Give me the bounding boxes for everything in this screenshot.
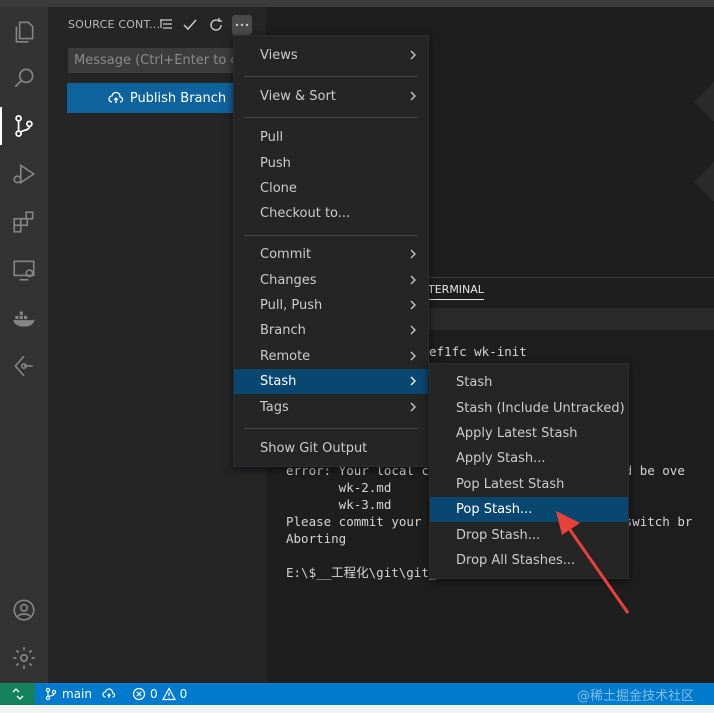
tab-terminal[interactable]: TERMINAL	[428, 283, 484, 300]
commit-check-icon[interactable]	[180, 15, 200, 35]
terminal-line: wk-2.md	[286, 480, 392, 495]
menu-item-label: Apply Stash...	[456, 451, 546, 466]
source-control-more-menu: Views View & Sort Pull Push Clone Checko…	[233, 35, 429, 467]
remote-indicator[interactable]	[0, 683, 35, 705]
menu-item-view-sort[interactable]: View & Sort	[234, 84, 428, 109]
submenu-item-apply-stash[interactable]: Apply Stash...	[430, 446, 628, 471]
menu-separator	[244, 76, 418, 77]
branch-name: main	[62, 687, 92, 701]
menu-item-show-git-output[interactable]: Show Git Output	[234, 436, 428, 461]
submenu-item-stash-include-untracked[interactable]: Stash (Include Untracked)	[430, 396, 628, 421]
menu-item-label: Pop Latest Stash	[456, 477, 565, 492]
error-icon	[132, 687, 146, 701]
chevron-right-icon	[410, 275, 416, 285]
branch-indicator[interactable]: main	[44, 683, 92, 705]
submenu-item-pop-latest-stash[interactable]: Pop Latest Stash	[430, 472, 628, 497]
activity-bar	[0, 7, 48, 683]
status-bar: main 0 0 @稀土掘金技术社区	[0, 683, 714, 705]
chevron-right-icon	[410, 376, 416, 386]
annotation-arrow-icon	[556, 511, 630, 614]
menu-item-label: Push	[260, 156, 291, 171]
menu-item-label: Apply Latest Stash	[456, 426, 578, 441]
menu-item-remote[interactable]: Remote	[234, 344, 428, 369]
menu-item-pull[interactable]: Pull	[234, 125, 428, 150]
more-actions-icon[interactable]	[232, 15, 252, 35]
source-control-icon[interactable]	[0, 103, 48, 149]
git-graph-icon[interactable]	[0, 343, 48, 389]
publish-changes-indicator[interactable]	[102, 683, 116, 705]
menu-item-label: Stash	[456, 375, 493, 390]
menu-item-views[interactable]: Views	[234, 43, 428, 68]
menu-item-label: Views	[260, 48, 298, 63]
menu-item-label: Drop Stash...	[456, 528, 541, 543]
problems-indicator[interactable]: 0 0	[132, 683, 187, 705]
menu-item-branch[interactable]: Branch	[234, 318, 428, 343]
menu-separator	[244, 428, 418, 429]
chevron-right-icon	[410, 351, 416, 361]
chevron-right-icon	[410, 50, 416, 60]
chevron-right-icon	[410, 91, 416, 101]
menu-item-label: Pull	[260, 130, 284, 145]
publish-branch-label: Publish Branch	[129, 90, 227, 106]
editor-watermark-logo	[694, 82, 714, 202]
watermark-text: @稀土掘金技术社区	[576, 689, 694, 704]
terminal-line: E:\$__工程化\git\git_	[286, 565, 437, 580]
chevron-right-icon	[410, 325, 416, 335]
menu-item-label: Show Git Output	[260, 441, 368, 456]
warning-count: 0	[179, 687, 188, 701]
warning-icon	[161, 687, 176, 701]
menu-item-label: Stash (Include Untracked)	[456, 401, 625, 416]
menu-separator	[244, 117, 418, 118]
menu-item-label: Branch	[260, 323, 306, 338]
menu-item-label: Stash	[260, 374, 297, 389]
menu-item-label: Changes	[260, 273, 317, 288]
menu-item-label: View & Sort	[260, 89, 336, 104]
settings-gear-icon[interactable]	[0, 635, 48, 681]
refresh-icon[interactable]	[206, 15, 226, 35]
run-debug-icon[interactable]	[0, 151, 48, 197]
error-count: 0	[150, 687, 158, 701]
menu-separator	[244, 235, 418, 236]
search-icon[interactable]	[0, 55, 48, 101]
menu-item-label: Remote	[260, 349, 311, 364]
extensions-icon[interactable]	[0, 199, 48, 245]
title-bar	[0, 0, 714, 7]
terminal-line: wk-3.md	[286, 497, 392, 512]
terminal-line: Aborting	[286, 531, 347, 546]
remote-explorer-icon[interactable]	[0, 247, 48, 293]
chevron-right-icon	[410, 300, 416, 310]
chevron-right-icon	[410, 249, 416, 259]
menu-item-label: Tags	[260, 400, 289, 415]
menu-item-label: Checkout to...	[260, 206, 351, 221]
menu-item-label: Clone	[260, 181, 297, 196]
sidebar-title: SOURCE CONT...	[68, 18, 161, 31]
view-as-tree-icon[interactable]	[156, 15, 176, 35]
menu-item-stash[interactable]: Stash	[234, 369, 428, 394]
menu-item-checkout[interactable]: Checkout to...	[234, 201, 428, 226]
submenu-item-apply-latest-stash[interactable]: Apply Latest Stash	[430, 421, 628, 446]
menu-item-clone[interactable]: Clone	[234, 176, 428, 201]
git-branch-icon	[45, 687, 57, 701]
window-bottom-edge	[0, 705, 714, 713]
account-icon[interactable]	[0, 587, 48, 633]
menu-item-label: Pop Stash...	[456, 502, 533, 517]
menu-item-label: Pull, Push	[260, 298, 323, 313]
menu-item-tags[interactable]: Tags	[234, 395, 428, 420]
menu-item-push[interactable]: Push	[234, 151, 428, 176]
explorer-icon[interactable]	[0, 9, 48, 55]
chevron-right-icon	[410, 402, 416, 412]
docker-icon[interactable]	[0, 295, 48, 341]
menu-item-commit[interactable]: Commit	[234, 242, 428, 267]
menu-item-label: Commit	[260, 247, 312, 262]
submenu-item-stash[interactable]: Stash	[430, 370, 628, 395]
cloud-upload-icon	[108, 91, 123, 103]
cloud-upload-icon	[102, 688, 116, 698]
commit-message-input[interactable]	[68, 48, 258, 73]
remote-icon	[12, 688, 23, 700]
menu-item-changes[interactable]: Changes	[234, 268, 428, 293]
menu-item-pull-push[interactable]: Pull, Push	[234, 293, 428, 318]
